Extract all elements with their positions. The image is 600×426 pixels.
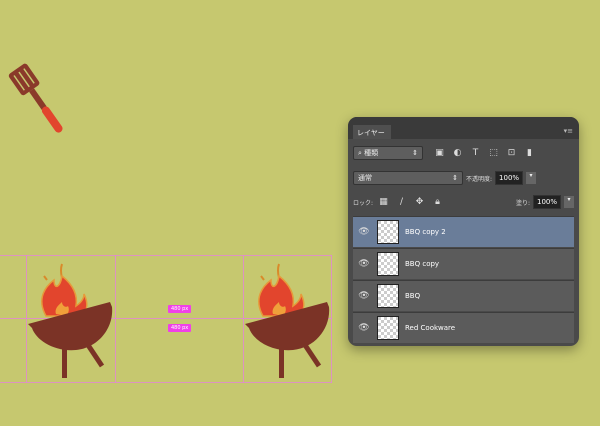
opacity-label: 不透明度: bbox=[466, 175, 493, 183]
fill-input[interactable]: 100% bbox=[533, 195, 561, 209]
guide-distance-label: 480 px bbox=[168, 305, 192, 313]
opacity-dropdown[interactable]: ▾ bbox=[526, 172, 537, 184]
visibility-eye-icon[interactable]: 👁︎ bbox=[353, 227, 375, 237]
lock-image-icon[interactable]: ▦ bbox=[377, 196, 390, 208]
tab-layers[interactable]: レイヤー bbox=[353, 125, 391, 139]
layer-name: BBQ bbox=[405, 292, 421, 300]
layer-name: BBQ copy 2 bbox=[405, 228, 446, 236]
guide-horizontal bbox=[0, 255, 332, 256]
smart-object-filter-icon[interactable]: ⊡ bbox=[505, 147, 518, 159]
layer-thumbnail bbox=[377, 252, 399, 276]
shape-filter-icon[interactable]: ⬚ bbox=[487, 147, 500, 159]
layer-row[interactable]: 👁︎ BBQ bbox=[353, 280, 574, 311]
layers-panel: レイヤー ▾≡ ⌕ 種類 ⇕ ▣ ◐ T ⬚ ⊡ ▮ 通常 ⇕ 不透明度: 100%… bbox=[348, 117, 579, 346]
layer-thumbnail bbox=[377, 316, 399, 340]
blend-mode-select[interactable]: 通常 ⇕ bbox=[353, 171, 463, 185]
lock-all-icon[interactable]: 🔒︎ bbox=[431, 196, 444, 208]
lock-position-icon[interactable]: ✥ bbox=[413, 196, 426, 208]
layer-row[interactable]: 👁︎ BBQ copy bbox=[353, 248, 574, 279]
filter-toggle-icon[interactable]: ▮ bbox=[523, 147, 536, 159]
spatula-illustration bbox=[8, 63, 63, 133]
fill-label: 塗り: bbox=[515, 199, 530, 207]
adjustment-filter-icon[interactable]: ◐ bbox=[451, 147, 464, 159]
filter-kind-label: 種類 bbox=[364, 149, 379, 157]
filter-kind-select[interactable]: ⌕ 種類 ⇕ bbox=[353, 146, 423, 160]
bbq-grill-illustration bbox=[28, 263, 113, 378]
guide-distance-label: 480 px bbox=[168, 324, 192, 332]
lock-brush-icon[interactable]: ∕ bbox=[395, 196, 408, 208]
layer-thumbnail bbox=[377, 284, 399, 308]
type-filter-icon[interactable]: T bbox=[469, 147, 482, 159]
layer-row[interactable]: 👁︎ Red Cookware bbox=[353, 312, 574, 343]
layer-name: Red Cookware bbox=[405, 324, 456, 332]
visibility-eye-icon[interactable]: 👁︎ bbox=[353, 259, 375, 269]
layer-thumbnail bbox=[377, 220, 399, 244]
opacity-input[interactable]: 100% bbox=[495, 171, 524, 185]
bbq-grill-illustration bbox=[245, 263, 330, 378]
visibility-eye-icon[interactable]: 👁︎ bbox=[353, 291, 375, 301]
panel-menu-icon[interactable]: ▾≡ bbox=[564, 127, 573, 135]
image-filter-icon[interactable]: ▣ bbox=[433, 147, 446, 159]
panel-tab-bar: レイヤー ▾≡ bbox=[348, 117, 579, 139]
fill-dropdown[interactable]: ▾ bbox=[564, 196, 574, 208]
visibility-eye-icon[interactable]: 👁︎ bbox=[353, 323, 375, 333]
layer-row[interactable]: 👁︎ BBQ copy 2 bbox=[353, 216, 574, 247]
layer-name: BBQ copy bbox=[405, 260, 440, 268]
lock-label: ロック: bbox=[353, 199, 374, 207]
